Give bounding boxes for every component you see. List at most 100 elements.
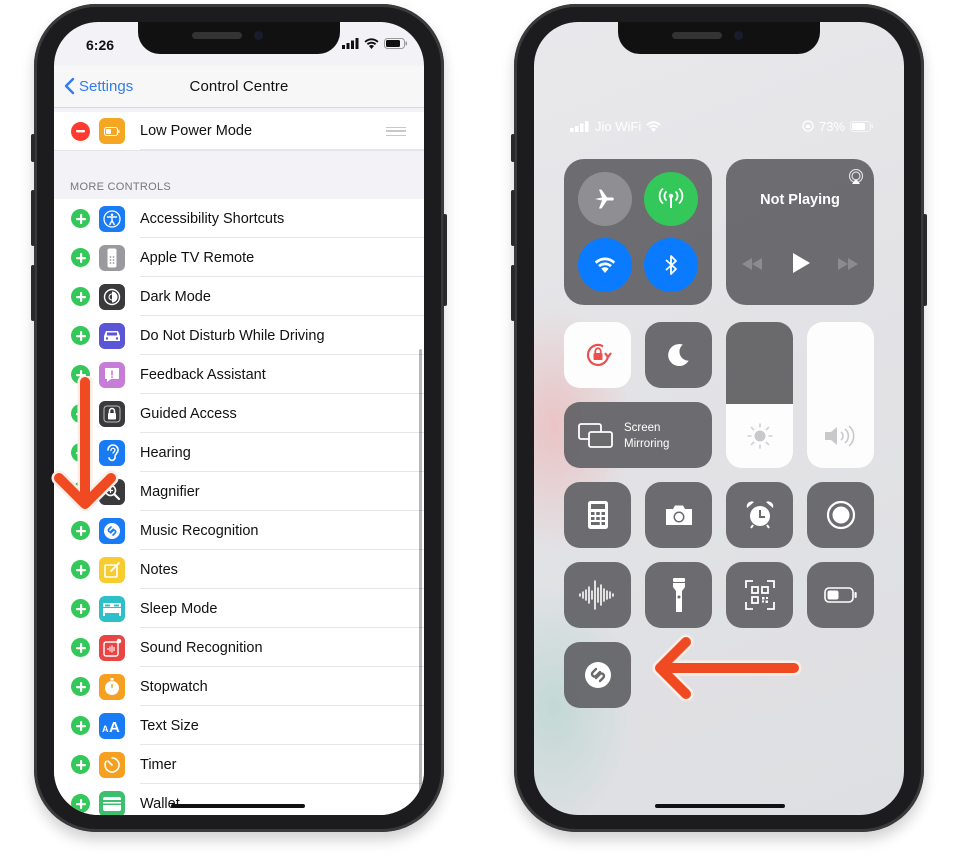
more-control-row[interactable]: Wallet [54, 784, 424, 815]
section-header: MORE CONTROLS [70, 181, 172, 193]
status-bar: Jio WiFi 73% [570, 118, 874, 134]
control-label: Guided Access [140, 405, 237, 422]
control-label: Stopwatch [140, 678, 208, 695]
add-control-button[interactable] [71, 287, 90, 306]
control-label: Sound Recognition [140, 639, 263, 656]
more-control-row[interactable]: Apple TV Remote [54, 238, 424, 277]
more-control-row[interactable]: Timer [54, 745, 424, 784]
reorder-handle[interactable] [386, 126, 406, 136]
wifi-toggle[interactable] [578, 238, 632, 292]
volume-down-button [31, 265, 35, 321]
home-indicator[interactable] [171, 804, 305, 808]
code-scanner-button[interactable] [726, 562, 793, 628]
signal-icon [570, 120, 589, 132]
add-control-button[interactable] [71, 326, 90, 345]
add-control-button[interactable] [71, 716, 90, 735]
do-not-disturb-toggle[interactable] [645, 322, 712, 388]
status-time: 6:26 [86, 37, 115, 53]
more-control-row[interactable]: Notes [54, 550, 424, 589]
battery-icon [99, 118, 125, 144]
more-control-row[interactable]: Feedback Assistant [54, 355, 424, 394]
plus-icon [75, 291, 86, 302]
camera-button[interactable] [645, 482, 712, 548]
more-control-row[interactable]: Sound Recognition [54, 628, 424, 667]
feedback-icon [99, 361, 125, 388]
orientation-lock-toggle[interactable] [564, 322, 631, 388]
add-control-button[interactable] [71, 677, 90, 696]
airplane-mode-toggle[interactable] [578, 172, 632, 226]
plus-icon [75, 603, 86, 614]
low-power-mode-button[interactable] [807, 562, 874, 628]
brightness-slider[interactable] [726, 322, 793, 468]
voice-memos-button[interactable] [564, 562, 631, 628]
more-control-row[interactable]: Magnifier [54, 472, 424, 511]
dark-mode-icon [99, 283, 125, 310]
screen-mirroring-button[interactable]: Screen Mirroring [564, 402, 712, 468]
more-control-row[interactable]: Stopwatch [54, 667, 424, 706]
volume-slider[interactable] [807, 322, 874, 468]
add-control-button[interactable] [71, 599, 90, 618]
cellular-data-toggle[interactable] [644, 172, 698, 226]
calculator-button[interactable] [564, 482, 631, 548]
plus-icon [75, 252, 86, 263]
plus-icon [75, 642, 86, 653]
add-control-button[interactable] [71, 638, 90, 657]
more-control-row[interactable]: Do Not Disturb While Driving [54, 316, 424, 355]
control-centre-screen: Jio WiFi 73% Not Playing Screen Mirrorin… [534, 22, 904, 815]
plus-icon [75, 798, 86, 809]
play-icon[interactable] [792, 253, 810, 273]
carrier-name: Jio WiFi [595, 118, 642, 134]
timer-icon [99, 751, 125, 778]
music-recognition-button[interactable] [564, 642, 631, 708]
scrollbar[interactable] [419, 349, 422, 815]
antenna-icon [658, 187, 684, 208]
add-control-button[interactable] [71, 755, 90, 774]
more-control-row[interactable]: Dark Mode [54, 277, 424, 316]
control-label: Dark Mode [140, 288, 211, 305]
add-control-button[interactable] [71, 248, 90, 267]
mute-switch [511, 134, 515, 162]
rewind-icon[interactable] [742, 258, 762, 270]
add-control-button[interactable] [71, 482, 90, 501]
more-control-row[interactable]: A A Text Size [54, 706, 424, 745]
navigation-bar: Settings Control Centre [54, 66, 424, 108]
home-indicator[interactable] [655, 804, 785, 808]
add-control-button[interactable] [71, 443, 90, 462]
sound-recognition-icon [99, 634, 125, 661]
more-control-row[interactable]: Music Recognition [54, 511, 424, 550]
flashlight-button[interactable] [645, 562, 712, 628]
add-control-button[interactable] [71, 560, 90, 579]
mute-switch [31, 134, 35, 162]
screen-mirroring-icon [578, 423, 613, 448]
airplay-icon[interactable] [848, 169, 864, 185]
more-control-row[interactable]: Accessibility Shortcuts [54, 199, 424, 238]
wifi-icon [646, 120, 661, 132]
remove-control-button[interactable] [71, 121, 90, 141]
magnifier-icon [99, 478, 125, 505]
battery-icon [850, 120, 873, 132]
more-control-row[interactable]: Hearing [54, 433, 424, 472]
screen-recording-button[interactable] [807, 482, 874, 548]
control-label: Music Recognition [140, 522, 259, 539]
side-button [923, 214, 927, 306]
shazam-icon [99, 517, 125, 544]
shazam-icon [584, 662, 611, 688]
control-label: Apple TV Remote [140, 249, 255, 266]
brightness-slider-track [726, 322, 793, 404]
more-control-row[interactable]: Guided Access [54, 394, 424, 433]
camera-icon [665, 505, 692, 525]
add-control-button[interactable] [71, 365, 90, 384]
included-control-row[interactable]: Low Power Mode [54, 112, 424, 151]
add-control-button[interactable] [71, 209, 90, 228]
alarm-button[interactable] [726, 482, 793, 548]
now-playing-title: Not Playing [760, 192, 840, 208]
add-control-button[interactable] [71, 404, 90, 423]
more-control-row[interactable]: Sleep Mode [54, 589, 424, 628]
add-control-button[interactable] [71, 521, 90, 540]
lock-icon [99, 400, 125, 427]
now-playing-module[interactable]: Not Playing [726, 159, 874, 305]
fast-forward-icon[interactable] [838, 258, 858, 270]
control-label: Low Power Mode [140, 123, 253, 139]
bluetooth-toggle[interactable] [644, 238, 698, 292]
add-control-button[interactable] [71, 794, 90, 813]
